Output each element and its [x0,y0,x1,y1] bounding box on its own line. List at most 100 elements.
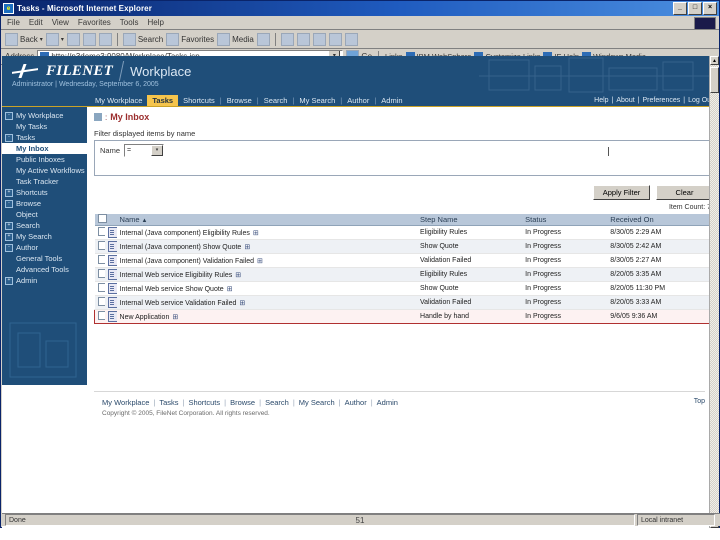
chevron-down-icon[interactable]: ▾ [151,145,164,156]
filter-value-input[interactable] [608,147,609,156]
scroll-thumb[interactable] [710,67,719,93]
col-select-all[interactable] [94,214,107,226]
tab-author[interactable]: Author [342,95,374,106]
row-name[interactable]: Internal (Java component) Show Quote ⊞ [116,239,418,254]
back-button[interactable]: Back ▾ [5,32,43,46]
edit-icon[interactable] [312,32,326,46]
col-name[interactable]: Name ▲ [116,214,418,226]
sidebar-item-browse[interactable]: - Browse [2,198,87,209]
stop-icon[interactable] [66,32,80,46]
row-checkbox[interactable] [97,283,105,292]
home-icon[interactable] [98,32,112,46]
col-received-on[interactable]: Received On [607,214,713,226]
discuss-icon[interactable] [328,32,342,46]
about-link[interactable]: About [616,97,634,104]
footer-link-search[interactable]: Search [265,398,289,407]
sidebar-item-my-search[interactable]: + My Search [2,231,87,242]
table-row[interactable]: Internal Web service Show Quote ⊞ Show Qu… [94,281,713,296]
row-name[interactable]: Internal (Java component) Eligibility Ru… [116,225,418,240]
row-checkbox[interactable] [97,255,105,264]
forward-button[interactable]: ▾ [45,32,64,46]
sidebar-item-tasks[interactable]: - Tasks [2,132,87,143]
row-checkbox[interactable] [97,241,105,250]
row-checkbox[interactable] [97,269,105,278]
tab-search[interactable]: Search [259,95,293,106]
table-row[interactable]: Internal (Java component) Eligibility Ru… [94,225,713,240]
apply-filter-button[interactable]: Apply Filter [593,185,650,200]
favorites-button[interactable]: Favorites [166,32,214,46]
clear-button[interactable]: Clear [656,185,713,200]
row-checkbox-cell[interactable] [94,281,105,296]
messenger-icon[interactable] [344,32,358,46]
footer-link-admin[interactable]: Admin [377,398,398,407]
sidebar-item-general-tools[interactable]: General Tools [2,253,87,264]
tab-admin[interactable]: Admin [376,95,407,106]
footer-link-tasks[interactable]: Tasks [159,398,178,407]
row-checkbox-cell[interactable] [94,225,105,240]
tab-my-search[interactable]: My Search [294,95,340,106]
sidebar-item-my-tasks[interactable]: My Tasks [2,121,87,132]
table-row-highlighted[interactable]: New Application ⊞ Handle by hand In Progr… [93,309,714,324]
mail-icon[interactable] [280,32,294,46]
row-name[interactable]: Internal Web service Validation Failed ⊞ [116,295,418,310]
table-row[interactable]: Internal (Java component) Show Quote ⊞ Sh… [94,239,713,254]
footer-link-my-search[interactable]: My Search [299,398,335,407]
menu-item-edit[interactable]: Edit [29,18,43,27]
menu-item-tools[interactable]: Tools [120,18,139,27]
select-all-checkbox[interactable] [97,214,107,223]
maximize-button[interactable]: □ [688,2,702,15]
table-row[interactable]: Internal Web service Validation Failed ⊞ … [94,295,713,310]
sidebar-item-advanced-tools[interactable]: Advanced Tools [2,264,87,275]
expander-icon[interactable]: - [5,243,13,252]
expander-icon[interactable]: + [5,188,13,197]
expander-icon[interactable]: - [5,199,13,208]
footer-top-link[interactable]: Top [694,398,705,405]
row-checkbox[interactable] [97,227,105,236]
sidebar-item-shortcuts[interactable]: + Shortcuts [2,187,87,198]
row-name[interactable]: Internal (Java component) Validation Fai… [116,253,418,268]
row-checkbox-cell[interactable] [94,267,105,282]
sidebar-item-search[interactable]: + Search [2,220,87,231]
refresh-icon[interactable] [82,32,96,46]
row-checkbox[interactable] [97,297,105,306]
sidebar-item-my-inbox[interactable]: My Inbox [2,143,87,154]
sidebar-item-admin[interactable]: + Admin [2,275,87,286]
footer-link-my-workplace[interactable]: My Workplace [102,398,149,407]
minimize-button[interactable]: _ [673,2,687,15]
sidebar-item-task-tracker[interactable]: Task Tracker [2,176,87,187]
sidebar-item-author[interactable]: - Author [2,242,87,253]
expander-icon[interactable]: + [5,221,13,230]
media-button[interactable]: Media [217,32,254,46]
expander-icon[interactable]: - [5,133,13,142]
filter-operator-select[interactable]: = ▾ [124,144,165,157]
menu-item-favorites[interactable]: Favorites [78,18,111,27]
row-name[interactable]: Internal Web service Eligibility Rules ⊞ [116,267,418,282]
menu-item-file[interactable]: File [7,18,20,27]
search-button[interactable]: Search [122,32,163,46]
sidebar-item-public-inboxes[interactable]: Public Inboxes [2,154,87,165]
row-name[interactable]: Internal Web service Show Quote ⊞ [116,281,418,296]
table-row[interactable]: Internal Web service Eligibility Rules ⊞ … [94,267,713,282]
sidebar-item-my-workplace[interactable]: - My Workplace [2,110,87,121]
help-link[interactable]: Help [594,97,608,104]
col-status[interactable]: Status [522,214,608,226]
sidebar-item-my-active-workflows[interactable]: My Active Workflows [2,165,87,176]
footer-link-shortcuts[interactable]: Shortcuts [188,398,220,407]
tab-shortcuts[interactable]: Shortcuts [178,95,220,106]
row-checkbox[interactable] [98,311,105,320]
page-scrollbar[interactable]: ▲ ▼ [709,56,719,528]
tab-tasks[interactable]: Tasks [147,95,179,106]
footer-link-browse[interactable]: Browse [230,398,255,407]
expander-icon[interactable]: - [5,111,13,120]
expander-icon[interactable]: + [5,232,13,241]
row-checkbox-cell[interactable] [94,295,105,310]
expander-icon[interactable]: + [5,276,13,285]
history-icon[interactable] [256,32,270,46]
row-checkbox-cell[interactable] [94,239,105,254]
tab-my-workplace[interactable]: My Workplace [90,95,147,106]
footer-link-author[interactable]: Author [345,398,367,407]
home-icon[interactable] [94,113,102,121]
col-step-name[interactable]: Step Name [417,214,523,226]
menu-item-help[interactable]: Help [147,18,163,27]
row-checkbox-cell[interactable] [93,309,105,324]
